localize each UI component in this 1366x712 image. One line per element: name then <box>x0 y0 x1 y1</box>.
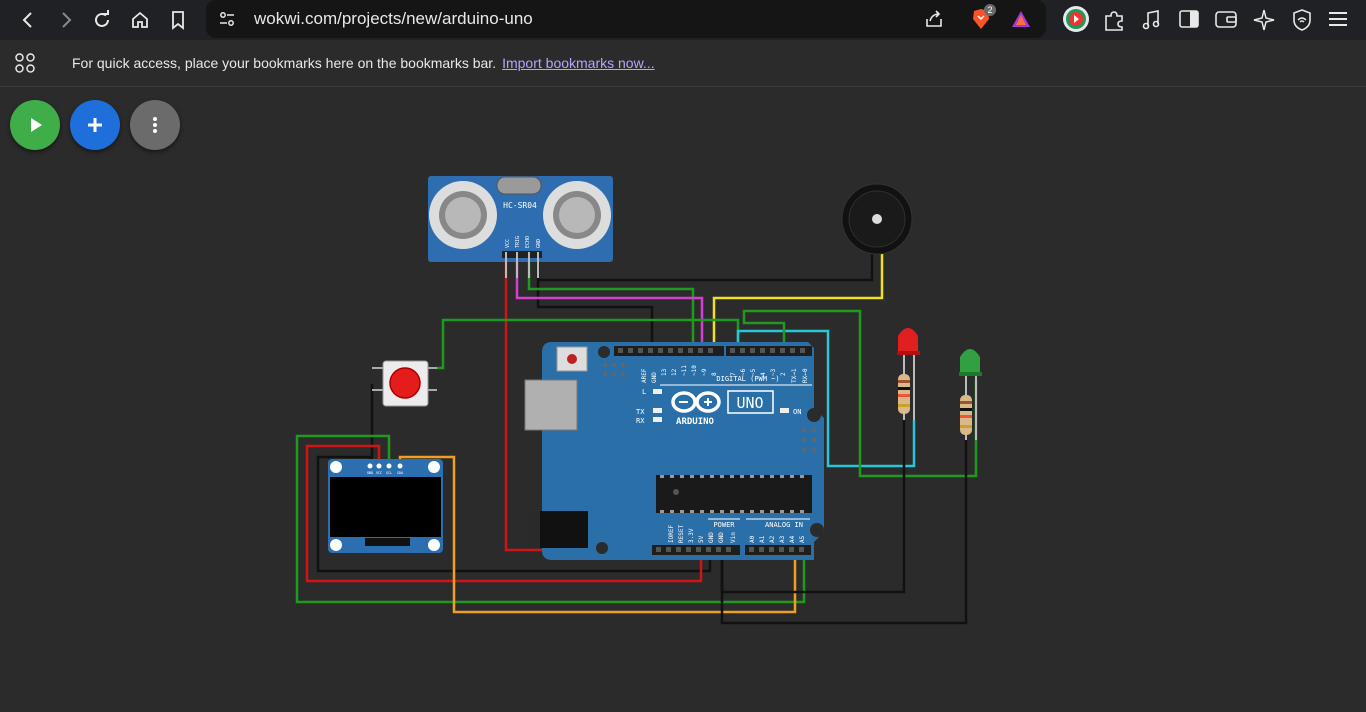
sensor-label: HC-SR04 <box>503 201 537 210</box>
reload-icon <box>95 10 109 27</box>
music-icon[interactable] <box>1140 8 1162 32</box>
pin-9: ~9 <box>701 368 708 376</box>
forward-icon <box>62 12 72 28</box>
pin-11: ~11 <box>681 365 688 376</box>
bookmarks-bar: For quick access, place your bookmarks h… <box>0 40 1366 87</box>
pin-a0: A0 <box>749 535 756 543</box>
pin-label-trig: TRIG <box>515 236 521 248</box>
pin-gnd: GND <box>651 372 658 383</box>
pin-label-vcc: VCC <box>505 239 511 248</box>
wire-trig[interactable] <box>515 256 704 350</box>
pin-a2: A2 <box>769 535 776 543</box>
site-settings-icon[interactable] <box>218 10 236 28</box>
bookmarks-hint-text: For quick access, place your bookmarks h… <box>72 55 497 71</box>
arduino-model-text: UNO <box>736 394 763 412</box>
pin-label-echo: ECHO <box>525 236 531 248</box>
pin-tx1: TX→1 <box>791 368 798 383</box>
home-button[interactable] <box>126 6 154 34</box>
red-led-resistor[interactable] <box>898 374 910 414</box>
pin-13: 13 <box>661 368 668 376</box>
l-led-label: L <box>642 388 646 396</box>
browser-toolbar: wokwi.com/projects/new/arduino-uno 2 <box>0 0 1366 40</box>
forward-button[interactable] <box>52 6 80 34</box>
ultrasonic-sensor[interactable]: HC-SR04 VCC TRIG ECHO GND <box>428 176 613 278</box>
pin-a1: A1 <box>759 535 766 543</box>
home-icon <box>132 11 148 28</box>
circuit-canvas[interactable]: HC-SR04 VCC TRIG ECHO GND GND VCC SCL SD… <box>0 86 1366 712</box>
oled-pin-gnd: GND <box>367 471 373 475</box>
pin-rx0: RX←0 <box>802 368 809 383</box>
pin-ioref: IOREF <box>668 525 675 543</box>
reload-button[interactable] <box>88 6 116 34</box>
leo-ai-icon[interactable] <box>1252 8 1276 32</box>
pin-a3: A3 <box>779 535 786 543</box>
video-extension-icon[interactable] <box>1062 5 1090 33</box>
on-led-label: ON <box>793 408 801 416</box>
pin-a5: A5 <box>799 535 806 543</box>
share-icon[interactable] <box>924 9 944 29</box>
back-icon <box>22 12 32 28</box>
pin-gnd-2: GND <box>718 532 725 543</box>
oled-pin-scl: SCL <box>386 471 392 475</box>
sidebar-icon[interactable] <box>1178 9 1200 29</box>
buzzer[interactable] <box>841 183 913 255</box>
pin-3v3: 3.3V <box>688 528 695 543</box>
bookmarks-message: For quick access, place your bookmarks h… <box>72 55 655 71</box>
url-text[interactable]: wokwi.com/projects/new/arduino-uno <box>254 9 533 29</box>
oled-pin-vcc: VCC <box>376 471 382 475</box>
digital-label: DIGITAL (PWM ~) <box>716 375 779 383</box>
oled-pin-sda: SDA <box>397 471 404 475</box>
menu-icon[interactable] <box>1326 9 1350 29</box>
analog-label: ANALOG IN <box>765 521 803 529</box>
import-bookmarks-link[interactable]: Import bookmarks now... <box>502 55 655 71</box>
address-bar[interactable]: wokwi.com/projects/new/arduino-uno 2 <box>206 0 1046 38</box>
pin-a4: A4 <box>789 535 796 543</box>
pin-2: 2 <box>780 372 787 376</box>
extensions-icon[interactable] <box>1102 8 1126 32</box>
power-label: POWER <box>713 521 735 529</box>
wire-gnd-ultrasonic[interactable] <box>536 256 654 350</box>
pin-aref: AREF <box>641 368 648 383</box>
oled-display[interactable]: GND VCC SCL SDA <box>328 459 443 553</box>
pushbutton[interactable] <box>372 360 437 407</box>
pin-vin: Vin <box>730 532 737 543</box>
pin-12: 12 <box>671 368 678 376</box>
pin-label-gnd: GND <box>536 239 542 248</box>
wallet-icon[interactable] <box>1214 9 1238 29</box>
bookmark-icon <box>172 11 184 30</box>
rx-led-label: RX <box>636 417 645 425</box>
brave-rewards-icon[interactable] <box>1010 9 1032 29</box>
apps-grid-icon[interactable] <box>14 52 36 74</box>
shields-count-badge: 2 <box>984 4 996 16</box>
wire-echo[interactable] <box>527 256 695 350</box>
green-led-resistor[interactable] <box>960 395 972 435</box>
arduino-uno[interactable]: AREF GND 13 12 ~11 ~10 ~9 8 7 ~6 ~5 4 ~3… <box>524 342 824 560</box>
bookmark-button[interactable] <box>164 6 192 34</box>
pin-gnd-1: GND <box>708 532 715 543</box>
pin-reset: RESET <box>678 525 685 543</box>
tx-led-label: TX <box>636 408 645 416</box>
arduino-brand-text: ARDUINO <box>676 417 715 427</box>
vpn-icon[interactable] <box>1290 8 1314 32</box>
pin-5v: 5V <box>698 535 705 543</box>
pin-10: ~10 <box>691 365 698 376</box>
back-button[interactable] <box>14 6 42 34</box>
